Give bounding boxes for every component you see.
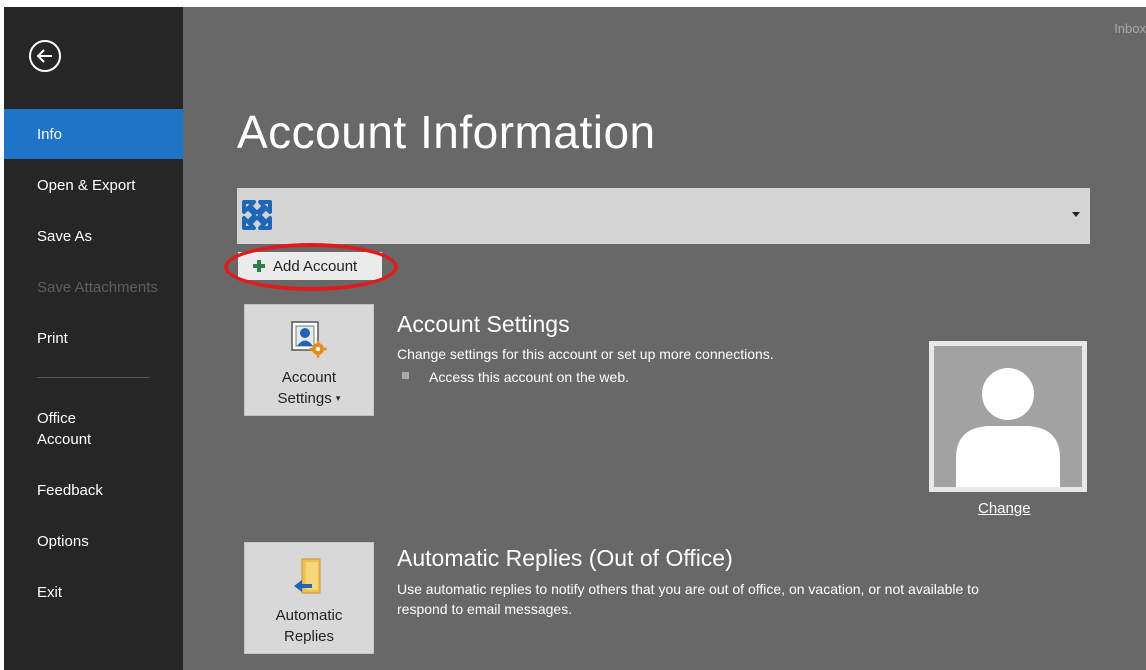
account-settings-button[interactable]: Account Settings ▾ [244,304,374,416]
back-button[interactable] [29,40,61,72]
nav-label: Print [37,329,68,347]
nav-save-attachments: Save Attachments [4,262,183,312]
page-title: Account Information [237,106,656,158]
nav-print[interactable]: Print [4,313,183,363]
inbox-label: Inbox [1114,21,1146,36]
description-line1: Use automatic replies to notify others t… [397,581,979,597]
tile-label-line2: Replies [283,628,335,645]
nav-label: Save Attachments [37,278,158,296]
account-settings-tile-label: Account Settings ▾ [245,367,373,409]
nav-open-export[interactable]: Open & Export [4,160,183,210]
nav-label: Save As [37,227,93,245]
automatic-replies-title: Automatic Replies (Out of Office) [397,545,733,571]
dropdown-arrow-icon: ▾ [335,393,341,403]
backstage-view: Info Open & Export Save As Save Attachme… [4,7,1146,670]
nav-label: Open & Export [37,176,136,194]
add-account-label: Add Account [273,257,358,275]
web-access-link[interactable]: Access this account on the web. [429,367,629,387]
chevron-down-icon [1072,212,1080,217]
nav-label: Feedback [37,481,103,499]
change-photo-link[interactable]: Change [978,500,1031,517]
nav-exit[interactable]: Exit [4,567,183,617]
nav-label: Options [37,532,89,550]
nav-label: Info [37,125,63,143]
tile-label-line2: Settings [277,390,332,407]
profile-photo [929,341,1087,492]
account-settings-icon [291,321,327,358]
avatar-placeholder [934,346,1082,487]
tile-label-line1: Account [281,369,337,386]
automatic-replies-tile-label: Automatic Replies [245,605,373,647]
nav-label: Exit [37,583,63,601]
nav-label: Office Account [37,408,91,450]
automatic-replies-icon [294,558,321,594]
exchange-icon [242,200,272,230]
account-settings-title: Account Settings [397,311,570,337]
nav-save-as[interactable]: Save As [4,211,183,261]
person-icon [956,368,1060,487]
back-arrow-icon [36,49,52,63]
nav-label-line1: Office [37,410,76,427]
plus-icon [253,260,265,272]
account-settings-description: Change settings for this account or set … [397,346,774,362]
automatic-replies-description: Use automatic replies to notify others t… [397,579,979,619]
bullet-icon [402,372,409,379]
nav-office-account[interactable]: Office Account [4,404,183,454]
nav-label-line2: Account [37,431,92,448]
automatic-replies-button[interactable]: Automatic Replies [244,542,374,654]
tile-label-line1: Automatic [275,607,343,624]
nav-info[interactable]: Info [4,109,183,159]
nav-divider [37,377,149,378]
account-selector-dropdown[interactable] [237,188,1090,244]
backstage-sidebar: Info Open & Export Save As Save Attachme… [4,7,183,670]
add-account-button[interactable]: Add Account [238,252,382,280]
description-line2: respond to email messages. [397,601,573,617]
nav-options[interactable]: Options [4,516,183,566]
nav-feedback[interactable]: Feedback [4,465,183,515]
